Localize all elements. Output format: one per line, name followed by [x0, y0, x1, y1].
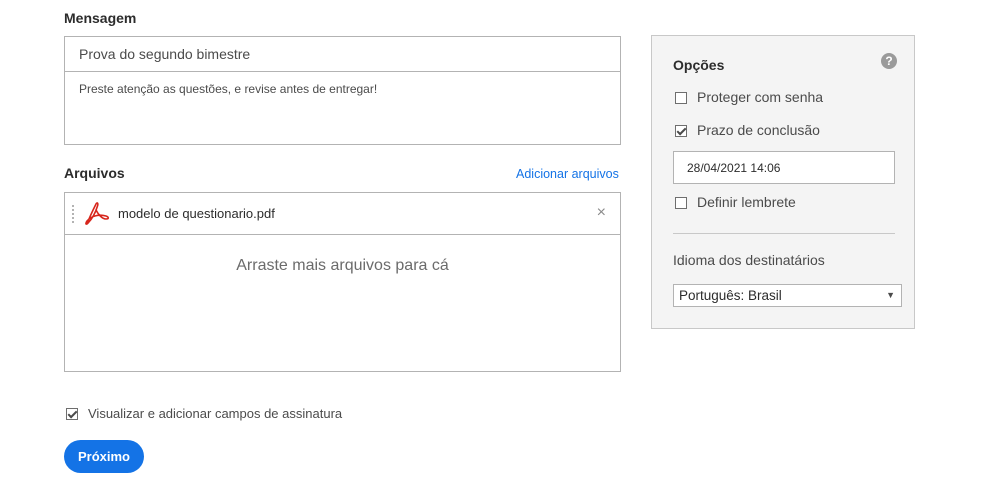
next-button[interactable]: Próximo: [64, 440, 144, 473]
drop-zone[interactable]: Arraste mais arquivos para cá: [65, 235, 620, 371]
file-row[interactable]: modelo de questionario.pdf ×: [65, 193, 620, 235]
language-label: Idioma dos destinatários: [673, 252, 825, 268]
message-body-field[interactable]: Preste atenção as questões, e revise ant…: [65, 72, 620, 106]
password-checkbox[interactable]: [675, 92, 687, 104]
language-select[interactable]: Português: Brasil ▼: [673, 284, 902, 307]
signature-fields-checkbox[interactable]: [66, 408, 78, 420]
options-divider: [673, 233, 895, 234]
message-box: Preste atenção as questões, e revise ant…: [64, 36, 621, 145]
reminder-label: Definir lembrete: [697, 194, 796, 210]
deadline-date-input[interactable]: [673, 151, 895, 184]
subject-input[interactable]: [65, 37, 620, 72]
message-section-label: Mensagem: [64, 10, 137, 26]
password-label: Proteger com senha: [697, 89, 824, 105]
pdf-icon: [85, 202, 110, 225]
options-title: Opções: [673, 57, 725, 73]
remove-file-icon[interactable]: ×: [597, 204, 606, 222]
deadline-label: Prazo de conclusão: [697, 122, 820, 138]
reminder-checkbox[interactable]: [675, 197, 687, 209]
file-name: modelo de questionario.pdf: [118, 206, 275, 221]
signature-fields-label: Visualizar e adicionar campos de assinat…: [88, 406, 343, 421]
deadline-checkbox[interactable]: [675, 125, 687, 137]
add-files-link[interactable]: Adicionar arquivos: [516, 167, 619, 181]
chevron-down-icon: ▼: [886, 290, 895, 300]
drop-zone-hint: Arraste mais arquivos para cá: [236, 257, 449, 274]
files-box: modelo de questionario.pdf × Arraste mai…: [64, 192, 621, 372]
files-section-label: Arquivos: [64, 165, 125, 181]
options-panel: Opções ? Proteger com senha Prazo de con…: [651, 35, 915, 329]
language-selected-value: Português: Brasil: [679, 288, 782, 303]
drag-handle-icon[interactable]: [72, 205, 74, 223]
help-icon[interactable]: ?: [881, 53, 897, 69]
